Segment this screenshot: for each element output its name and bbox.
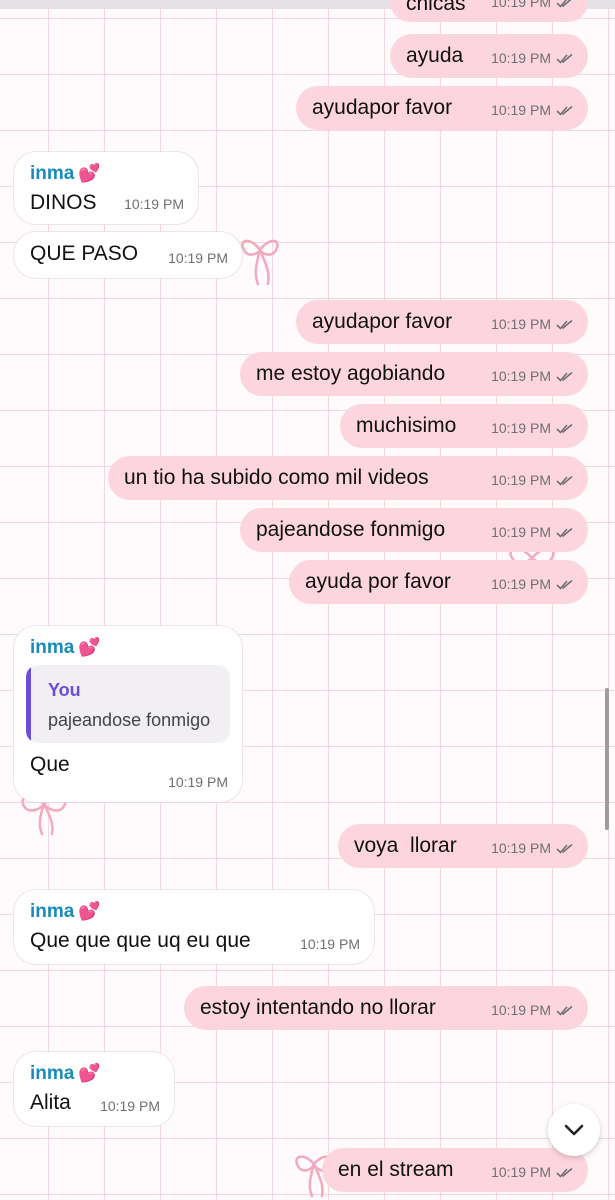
- message-text: Alita: [30, 1091, 71, 1114]
- message-time: 10:19 PM: [491, 368, 551, 384]
- message-meta: 10:19 PM: [491, 520, 574, 544]
- quoted-author: You: [48, 680, 81, 700]
- message-meta: 10:19 PM: [491, 1160, 574, 1184]
- message-time: 10:19 PM: [124, 196, 184, 212]
- message-time: 10:19 PM: [491, 472, 551, 488]
- chevron-down-icon: [564, 1124, 584, 1136]
- message-bubble-outgoing[interactable]: pajeandose fonmigo 10:19 PM: [240, 508, 588, 552]
- message-time: 10:19 PM: [491, 524, 551, 540]
- sender-name: inma 💕: [30, 636, 226, 659]
- message-time: 10:19 PM: [491, 0, 551, 10]
- message-meta: 10:19 PM: [491, 468, 574, 492]
- message-text: Que: [30, 753, 70, 776]
- sender-name-text: inma: [30, 637, 75, 658]
- read-ticks-icon: [556, 105, 573, 116]
- message-bubble-outgoing[interactable]: en el stream 10:19 PM: [322, 1148, 588, 1192]
- sender-name-text: inma: [30, 163, 75, 184]
- message-meta: 10:19 PM: [124, 192, 184, 216]
- message-bubble-incoming-reply[interactable]: inma 💕 You pajeandose fonmigo Que 10:19 P…: [14, 626, 242, 802]
- message-meta: 10:19 PM: [100, 1094, 160, 1118]
- message-time: 10:19 PM: [491, 316, 551, 332]
- message-bubble-incoming[interactable]: inma 💕 Que que que uq eu que 10:19 PM: [14, 890, 374, 964]
- read-ticks-icon: [556, 843, 573, 854]
- two-hearts-icon: 💕: [78, 901, 101, 921]
- message-meta: 10:19 PM: [491, 416, 574, 440]
- message-time: 10:19 PM: [491, 1164, 551, 1180]
- message-time: 10:19 PM: [491, 840, 551, 856]
- message-bubble-outgoing[interactable]: estoy intentando no llorar 10:19 PM: [184, 986, 588, 1030]
- two-hearts-icon: 💕: [78, 163, 101, 183]
- message-time: 10:19 PM: [491, 1002, 551, 1018]
- two-hearts-icon: 💕: [78, 637, 101, 657]
- message-bubble-outgoing[interactable]: ayudapor favor 10:19 PM: [296, 300, 588, 344]
- message-text: chicas: [406, 0, 466, 15]
- message-meta: 10:19 PM: [491, 998, 574, 1022]
- read-ticks-icon: [556, 423, 573, 434]
- message-text: ayuda: [406, 44, 464, 67]
- message-time: 10:19 PM: [168, 250, 228, 266]
- message-bubble-incoming[interactable]: inma 💕 DINOS 10:19 PM: [14, 152, 198, 224]
- message-time: 10:19 PM: [100, 1098, 160, 1114]
- message-text: muchisimo: [356, 414, 457, 437]
- read-ticks-icon: [556, 1167, 573, 1178]
- message-bubble-outgoing[interactable]: ayudapor favor 10:19 PM: [296, 86, 588, 130]
- scroll-to-bottom-button[interactable]: [548, 1104, 600, 1156]
- quoted-reply[interactable]: You pajeandose fonmigo: [26, 665, 230, 743]
- message-meta: 10:19 PM: [491, 0, 574, 14]
- message-text: ayuda por favor: [305, 570, 451, 593]
- message-bubble-incoming[interactable]: inma 💕 Alita 10:19 PM: [14, 1052, 174, 1126]
- message-meta: 10:19 PM: [491, 98, 574, 122]
- message-text: DINOS: [30, 191, 97, 214]
- message-meta: 10:19 PM: [491, 364, 574, 388]
- two-hearts-icon: 💕: [78, 1063, 101, 1083]
- message-meta: 10:19 PM: [300, 932, 360, 956]
- message-text: voya llorar: [354, 834, 457, 857]
- message-text: pajeandose fonmigo: [256, 518, 446, 541]
- message-bubble-outgoing[interactable]: chicas 10:19 PM: [390, 0, 588, 22]
- message-time: 10:19 PM: [168, 774, 228, 790]
- message-bubble-outgoing[interactable]: muchisimo 10:19 PM: [340, 404, 588, 448]
- message-meta: 10:19 PM: [491, 572, 574, 596]
- message-time: 10:19 PM: [491, 420, 551, 436]
- read-ticks-icon: [556, 527, 573, 538]
- message-text: me estoy agobiando: [256, 362, 446, 385]
- message-meta: 10:19 PM: [491, 46, 574, 70]
- read-ticks-icon: [556, 579, 573, 590]
- sender-name-text: inma: [30, 901, 75, 922]
- message-bubble-incoming[interactable]: QUE PASO 10:19 PM: [14, 232, 242, 278]
- message-time: 10:19 PM: [300, 936, 360, 952]
- quoted-text: pajeandose fonmigo: [48, 710, 211, 730]
- bow-decoration-icon: [241, 239, 279, 286]
- message-meta: 10:19 PM: [168, 770, 228, 794]
- scrollbar[interactable]: [605, 688, 609, 830]
- message-text: en el stream: [338, 1158, 454, 1181]
- read-ticks-icon: [556, 53, 573, 64]
- read-ticks-icon: [556, 319, 573, 330]
- message-bubble-outgoing[interactable]: ayuda 10:19 PM: [390, 34, 588, 78]
- message-bubble-outgoing[interactable]: un tio ha subido como mil videos 10:19 P…: [108, 456, 588, 500]
- message-bubble-outgoing[interactable]: me estoy agobiando 10:19 PM: [240, 352, 588, 396]
- read-ticks-icon: [556, 475, 573, 486]
- sender-name: inma 💕: [30, 162, 182, 185]
- read-ticks-icon: [556, 0, 571, 8]
- read-ticks-icon: [556, 1005, 573, 1016]
- read-ticks-icon: [556, 371, 573, 382]
- message-text: ayudapor favor: [312, 310, 453, 333]
- message-text: estoy intentando no llorar: [200, 996, 436, 1019]
- message-meta: 10:19 PM: [168, 246, 228, 270]
- message-bubble-outgoing[interactable]: ayuda por favor 10:19 PM: [289, 560, 588, 604]
- message-time: 10:19 PM: [491, 102, 551, 118]
- message-meta: 10:19 PM: [491, 312, 574, 336]
- message-time: 10:19 PM: [491, 576, 551, 592]
- message-text: ayudapor favor: [312, 96, 453, 119]
- message-text: QUE PASO: [30, 242, 139, 265]
- sender-name: inma 💕: [30, 1062, 158, 1085]
- message-bubble-outgoing[interactable]: voya llorar 10:19 PM: [338, 824, 588, 868]
- message-text: Que que que uq eu que: [30, 929, 251, 952]
- message-meta: 10:19 PM: [491, 836, 574, 860]
- sender-name: inma 💕: [30, 900, 358, 923]
- message-text: un tio ha subido como mil videos: [124, 466, 429, 489]
- message-time: 10:19 PM: [491, 50, 551, 66]
- sender-name-text: inma: [30, 1063, 75, 1084]
